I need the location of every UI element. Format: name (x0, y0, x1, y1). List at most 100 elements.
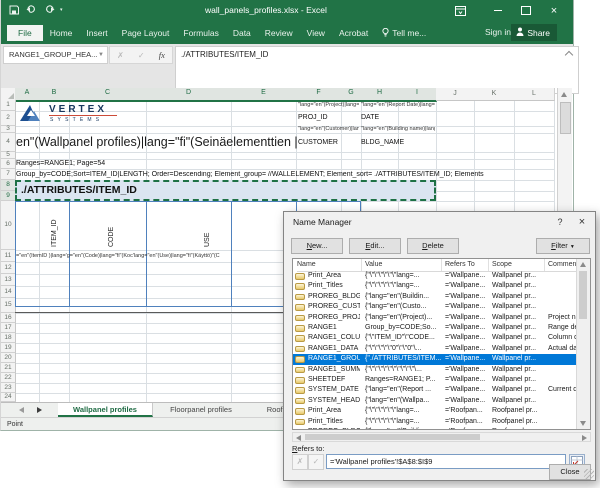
row-header-22[interactable]: 22 (1, 373, 16, 383)
rotated-header-use[interactable]: USE (204, 233, 211, 247)
cell-A6[interactable]: Ranges=RANGE1; Page=54 (16, 160, 105, 167)
cell-A11[interactable]: ="en"(ItemID )|lang='g="en"(Code)|lang="… (16, 253, 291, 259)
name-row-print-area[interactable]: Print_Area{"\"\"\"\"\"\"lang=...='Wallpa… (293, 271, 576, 281)
cancel-formula-icon[interactable]: ✗ (117, 51, 124, 60)
tab-review[interactable]: Review (258, 24, 300, 42)
name-row-range1-summary[interactable]: RANGE1_SUMMARY{"\"\"\"\"\"\"\"\"\"\"\...… (293, 365, 576, 375)
column-header-A[interactable]: A (15, 88, 40, 102)
row-header-19[interactable]: 19 (1, 343, 16, 353)
collapse-formula-bar-icon[interactable] (565, 51, 573, 59)
list-vertical-scrollbar[interactable] (576, 259, 590, 429)
row-header-13[interactable]: 13 (1, 274, 16, 286)
name-row-proreg-customer[interactable]: PROREG_CUSTOMER{"lang="en"(Custo...='Wal… (293, 302, 576, 312)
tab-view[interactable]: View (300, 24, 332, 42)
cell-F2[interactable]: PROJ_ID (298, 114, 328, 121)
tab-acrobat[interactable]: Acrobat (332, 24, 375, 42)
row-header-7[interactable]: 7 (1, 169, 16, 180)
name-row-range1[interactable]: RANGE1Group_by=CODE;So...='Wallpane...Wa… (293, 323, 576, 333)
row-header-17[interactable]: 17 (1, 323, 16, 333)
tab-home[interactable]: Home (43, 24, 80, 42)
list-scroll-down-icon[interactable] (580, 421, 586, 426)
redo-icon[interactable] (43, 4, 55, 16)
row-header-15[interactable]: 15 (1, 298, 16, 313)
list-scroll-up-icon[interactable] (580, 262, 586, 267)
row-header-2[interactable]: 2 (1, 111, 16, 126)
name-box-dropdown-icon[interactable]: ▼ (98, 47, 104, 63)
qat-customize-icon[interactable]: ▾ (60, 7, 63, 13)
hscroll-thumb[interactable] (305, 434, 480, 440)
row-header-4[interactable]: 4 (1, 133, 16, 152)
name-row-proreg-bldg-name[interactable]: PROREG_BLDG_NAME{"lang="en"(Buildin...='… (293, 292, 576, 302)
insert-function-icon[interactable]: fx (159, 50, 165, 60)
formula-input[interactable]: ./ATTRIBUTES/ITEM_ID (175, 46, 579, 94)
row-header-3[interactable]: 3 (1, 126, 16, 133)
tab-tell-me[interactable]: Tell me... (375, 24, 433, 43)
column-header-F[interactable]: F (296, 88, 342, 102)
selected-range-A8-I9[interactable]: ./ATTRIBUTES/ITEM_ID (15, 180, 436, 201)
column-header-K[interactable]: K (474, 88, 515, 101)
list-scrollbar-thumb[interactable] (579, 271, 587, 319)
row-header-18[interactable]: 18 (1, 333, 16, 343)
name-row-proreg-bldg-name[interactable]: PROREG_BLDG_NAME{"lang="en"(Buildin...='… (293, 427, 576, 430)
row-header-20[interactable]: 20 (1, 353, 16, 363)
row-header-23[interactable]: 23 (1, 383, 16, 393)
scroll-up-icon[interactable] (561, 92, 567, 97)
name-row-range1-data[interactable]: RANGE1_DATA{"\"\"\"\"\"0"\"\"0"\...='Wal… (293, 344, 576, 354)
refers-commit-icon[interactable]: ✓ (308, 454, 324, 470)
tab-insert[interactable]: Insert (79, 24, 114, 42)
column-header-I[interactable]: I (398, 88, 437, 102)
cell-A4-title[interactable]: en"(Wallpanel profiles)|lang="fi"(Seinäe… (16, 135, 298, 149)
cell-F4[interactable]: CUSTOMER (298, 139, 338, 146)
scrollbar-thumb[interactable] (560, 102, 571, 134)
dialog-close-icon[interactable]: × (571, 212, 593, 232)
column-header-H[interactable]: H (361, 88, 399, 102)
sheet-nav-left-icon[interactable] (19, 407, 24, 413)
minimize-button[interactable] (485, 0, 511, 22)
column-header-G[interactable]: G (341, 88, 362, 102)
maximize-button[interactable] (513, 0, 539, 22)
ribbon-display-options-icon[interactable] (447, 0, 473, 22)
new-button[interactable]: New... (291, 238, 343, 254)
row-header-10[interactable]: 10 (1, 201, 16, 250)
filter-button[interactable]: Filter ▼ (536, 238, 590, 254)
cell-H2[interactable]: DATE (361, 114, 379, 121)
save-icon[interactable] (9, 5, 19, 17)
tab-page-layout[interactable]: Page Layout (115, 24, 177, 42)
share-button[interactable]: Share (511, 24, 557, 41)
column-header-D[interactable]: D (146, 88, 232, 102)
column-header-C[interactable]: C (69, 88, 147, 102)
sheet-nav-right-icon[interactable] (37, 407, 42, 413)
row-header-6[interactable]: 6 (1, 159, 16, 169)
row-header-24[interactable]: 24 (1, 393, 16, 402)
cell-H4[interactable]: BLDG_NAME (361, 139, 404, 146)
delete-button[interactable]: Delete (407, 238, 459, 254)
name-row-system-date[interactable]: SYSTEM_DATE{"lang="en"(Report ...='Wallp… (293, 385, 576, 395)
tab-data[interactable]: Data (226, 24, 258, 42)
row-header-5[interactable]: 5 (1, 152, 16, 159)
refers-to-input[interactable] (326, 454, 566, 469)
rotated-header-code[interactable]: CODE (108, 227, 115, 247)
name-row-system-headers[interactable]: SYSTEM_HEADERS{"lang="en"(Wallpa...='Wal… (293, 396, 576, 406)
row-header-21[interactable]: 21 (1, 363, 16, 373)
name-box[interactable]: RANGE1_GROUP_HEA...▼ (3, 46, 108, 64)
enter-formula-icon[interactable]: ✓ (138, 51, 145, 60)
name-row-print-titles[interactable]: Print_Titles{"\"\"\"\"\"\"lang=...='Wall… (293, 281, 576, 291)
sign-in-button[interactable]: Sign in (485, 27, 511, 37)
edit-button[interactable]: Edit... (349, 238, 401, 254)
cell-F3[interactable]: "lang="en"(Customer)|lang="fi"( (298, 126, 359, 132)
refers-cancel-icon[interactable]: ✗ (292, 454, 308, 470)
column-header-E[interactable]: E (231, 88, 297, 102)
cell-H3[interactable]: "lang="en"(Building name)|lang=" (361, 126, 435, 132)
name-row-proreg-proj-id[interactable]: PROREG_PROJ_ID{"lang="en"(Project)...='W… (293, 313, 576, 323)
column-header-L[interactable]: L (514, 88, 555, 101)
column-header-J[interactable]: J (436, 88, 475, 101)
rotated-header-item-id[interactable]: ITEM_ID (51, 219, 58, 247)
list-horizontal-scrollbar[interactable] (292, 432, 591, 442)
undo-icon[interactable] (26, 4, 38, 16)
name-row-range1-group-hea-[interactable]: RANGE1_GROUP_HEA...{"./ATTRIBUTES/ITEM..… (293, 354, 576, 364)
tab-file[interactable]: File (7, 25, 43, 41)
sheet-tab-floorpanel-profiles[interactable]: Floorpanel profiles (153, 403, 250, 417)
row-header-16[interactable]: 16 (1, 313, 16, 323)
cell-A7[interactable]: Group_by=CODE;Sort=ITEM_ID|LENGTH; Order… (16, 171, 551, 178)
name-row-sheetdef[interactable]: SHEETDEFRanges=RANGE1; P...='Wallpane...… (293, 375, 576, 385)
